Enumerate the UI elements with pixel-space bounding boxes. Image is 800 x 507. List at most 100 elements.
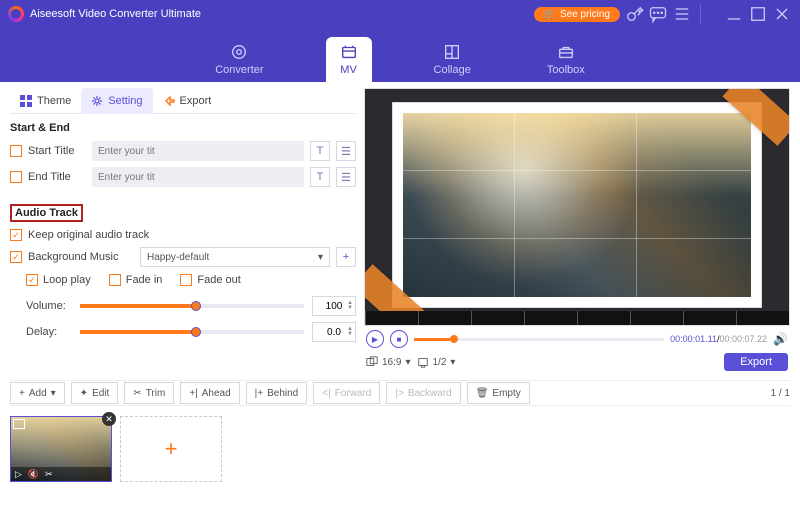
- tab-mv-label: MV: [340, 64, 357, 76]
- forward-button[interactable]: <| Forward: [313, 382, 380, 404]
- thumb-trim-icon[interactable]: ✂: [45, 469, 53, 480]
- thumb-play-icon[interactable]: ▷: [15, 469, 22, 480]
- remove-clip-button[interactable]: ✕: [102, 412, 116, 426]
- stop-button[interactable]: ■: [390, 330, 408, 348]
- caret-down-icon[interactable]: ▼: [347, 306, 353, 311]
- scissors-icon: ✂: [133, 388, 141, 399]
- menu-icon[interactable]: [672, 4, 692, 24]
- behind-icon: |+: [255, 388, 263, 399]
- end-title-input[interactable]: [92, 167, 304, 187]
- caret-down-icon[interactable]: ▼: [347, 332, 353, 337]
- add-label: Add: [29, 388, 47, 399]
- tab-converter-label: Converter: [215, 64, 263, 76]
- panel-tab-theme[interactable]: Theme: [10, 88, 81, 114]
- feedback-icon[interactable]: [648, 4, 668, 24]
- maximize-icon[interactable]: [748, 4, 768, 24]
- play-button[interactable]: ▶: [366, 330, 384, 348]
- preview-panel: ▶ ■ 00:00:01.11/00:00:07.22 🔊 16:9 ▾ 1/2: [364, 88, 790, 374]
- clip-toolbar: +Add▾ ✦Edit ✂Trim +|Ahead |+Behind <|For…: [10, 380, 790, 406]
- edit-label: Edit: [92, 388, 109, 399]
- cart-icon: 🛒: [544, 9, 556, 20]
- end-title-text-style-button[interactable]: T: [310, 167, 330, 187]
- volume-icon[interactable]: 🔊: [773, 332, 788, 346]
- titlebar: Aiseesoft Video Converter Ultimate 🛒 See…: [0, 0, 800, 28]
- minimize-icon[interactable]: [724, 4, 744, 24]
- bgm-add-button[interactable]: +: [336, 247, 356, 267]
- audio-track-heading: Audio Track: [10, 204, 83, 222]
- panel-tab-export[interactable]: Export: [153, 88, 222, 114]
- wand-icon: ✦: [80, 388, 88, 399]
- delay-stepper[interactable]: ▲▼: [312, 322, 356, 342]
- forward-label: Forward: [335, 388, 372, 399]
- clip-strip: ✕ ▷ 🔇 ✂ +: [10, 412, 790, 486]
- tab-mv[interactable]: MV: [326, 37, 372, 82]
- keep-audio-label: Keep original audio track: [28, 229, 149, 241]
- edit-button[interactable]: ✦ Edit: [71, 382, 119, 404]
- bgm-select-value: Happy-default: [147, 252, 209, 263]
- playhead-slider[interactable]: [414, 338, 664, 341]
- start-title-label: Start Title: [28, 145, 86, 157]
- volume-slider[interactable]: [80, 304, 304, 308]
- empty-button[interactable]: 🗑Empty: [467, 382, 530, 404]
- add-button[interactable]: +Add▾: [10, 382, 65, 404]
- panel-tab-setting-label: Setting: [108, 95, 142, 107]
- ahead-button[interactable]: +|Ahead: [180, 382, 239, 404]
- end-title-checkbox[interactable]: [10, 171, 22, 183]
- keep-audio-checkbox[interactable]: [10, 229, 22, 241]
- close-icon[interactable]: [772, 4, 792, 24]
- clip-thumbnail[interactable]: ✕ ▷ 🔇 ✂: [10, 416, 112, 482]
- plus-icon: +: [19, 388, 25, 399]
- start-title-input[interactable]: [92, 141, 304, 161]
- thumb-mute-icon[interactable]: 🔇: [28, 469, 39, 480]
- tab-converter[interactable]: Converter: [201, 37, 277, 82]
- delay-label: Delay:: [26, 326, 72, 338]
- end-title-align-button[interactable]: ☰: [336, 167, 356, 187]
- app-title: Aiseesoft Video Converter Ultimate: [30, 8, 201, 20]
- volume-stepper[interactable]: ▲▼: [312, 296, 356, 316]
- bgm-label: Background Music: [28, 251, 134, 263]
- key-icon[interactable]: [624, 4, 644, 24]
- aspect-ratio-value: 16:9: [382, 357, 401, 368]
- delay-slider[interactable]: [80, 330, 304, 334]
- empty-label: Empty: [492, 388, 520, 399]
- chevron-down-icon: ▾: [405, 357, 410, 368]
- tab-collage[interactable]: Collage: [420, 37, 485, 82]
- tab-collage-label: Collage: [434, 64, 471, 76]
- bgm-checkbox[interactable]: [10, 251, 22, 263]
- start-title-checkbox[interactable]: [10, 145, 22, 157]
- backward-label: Backward: [408, 388, 452, 399]
- fadeout-checkbox[interactable]: [180, 274, 192, 286]
- forward-icon: <|: [322, 388, 330, 399]
- aspect-ratio-select[interactable]: 16:9 ▾: [366, 356, 411, 368]
- panel-tab-setting[interactable]: Setting: [81, 88, 152, 114]
- export-button[interactable]: Export: [724, 353, 788, 371]
- thumb-template-icon: [13, 419, 25, 429]
- plus-icon: +: [165, 436, 178, 462]
- preview-viewport[interactable]: [364, 88, 790, 326]
- loop-checkbox[interactable]: [26, 274, 38, 286]
- end-title-label: End Title: [28, 171, 86, 183]
- trash-icon: 🗑: [476, 388, 489, 399]
- add-clip-tile[interactable]: +: [120, 416, 222, 482]
- trim-button[interactable]: ✂Trim: [124, 382, 174, 404]
- settings-panel: Theme Setting Export Start & End Start T…: [10, 88, 356, 374]
- app-logo-icon: [8, 6, 24, 22]
- chevron-down-icon: ▾: [450, 357, 455, 368]
- fadeout-label: Fade out: [197, 274, 240, 286]
- fadein-label: Fade in: [126, 274, 163, 286]
- start-title-align-button[interactable]: ☰: [336, 141, 356, 161]
- bgm-select[interactable]: Happy-default ▾: [140, 247, 330, 267]
- tab-toolbox-label: Toolbox: [547, 64, 585, 76]
- panel-tab-export-label: Export: [180, 95, 212, 107]
- backward-button[interactable]: |>Backward: [386, 382, 460, 404]
- start-title-text-style-button[interactable]: T: [310, 141, 330, 161]
- behind-button[interactable]: |+Behind: [246, 382, 308, 404]
- mode-tabs: Converter MV Collage Toolbox: [0, 28, 800, 82]
- page-indicator: 1 / 1: [771, 388, 790, 399]
- tab-toolbox[interactable]: Toolbox: [533, 37, 599, 82]
- filmstrip: [365, 311, 789, 325]
- loop-label: Loop play: [43, 274, 91, 286]
- see-pricing-button[interactable]: 🛒 See pricing: [534, 7, 620, 22]
- fadein-checkbox[interactable]: [109, 274, 121, 286]
- preview-page-select[interactable]: 1/2 ▾: [417, 356, 456, 368]
